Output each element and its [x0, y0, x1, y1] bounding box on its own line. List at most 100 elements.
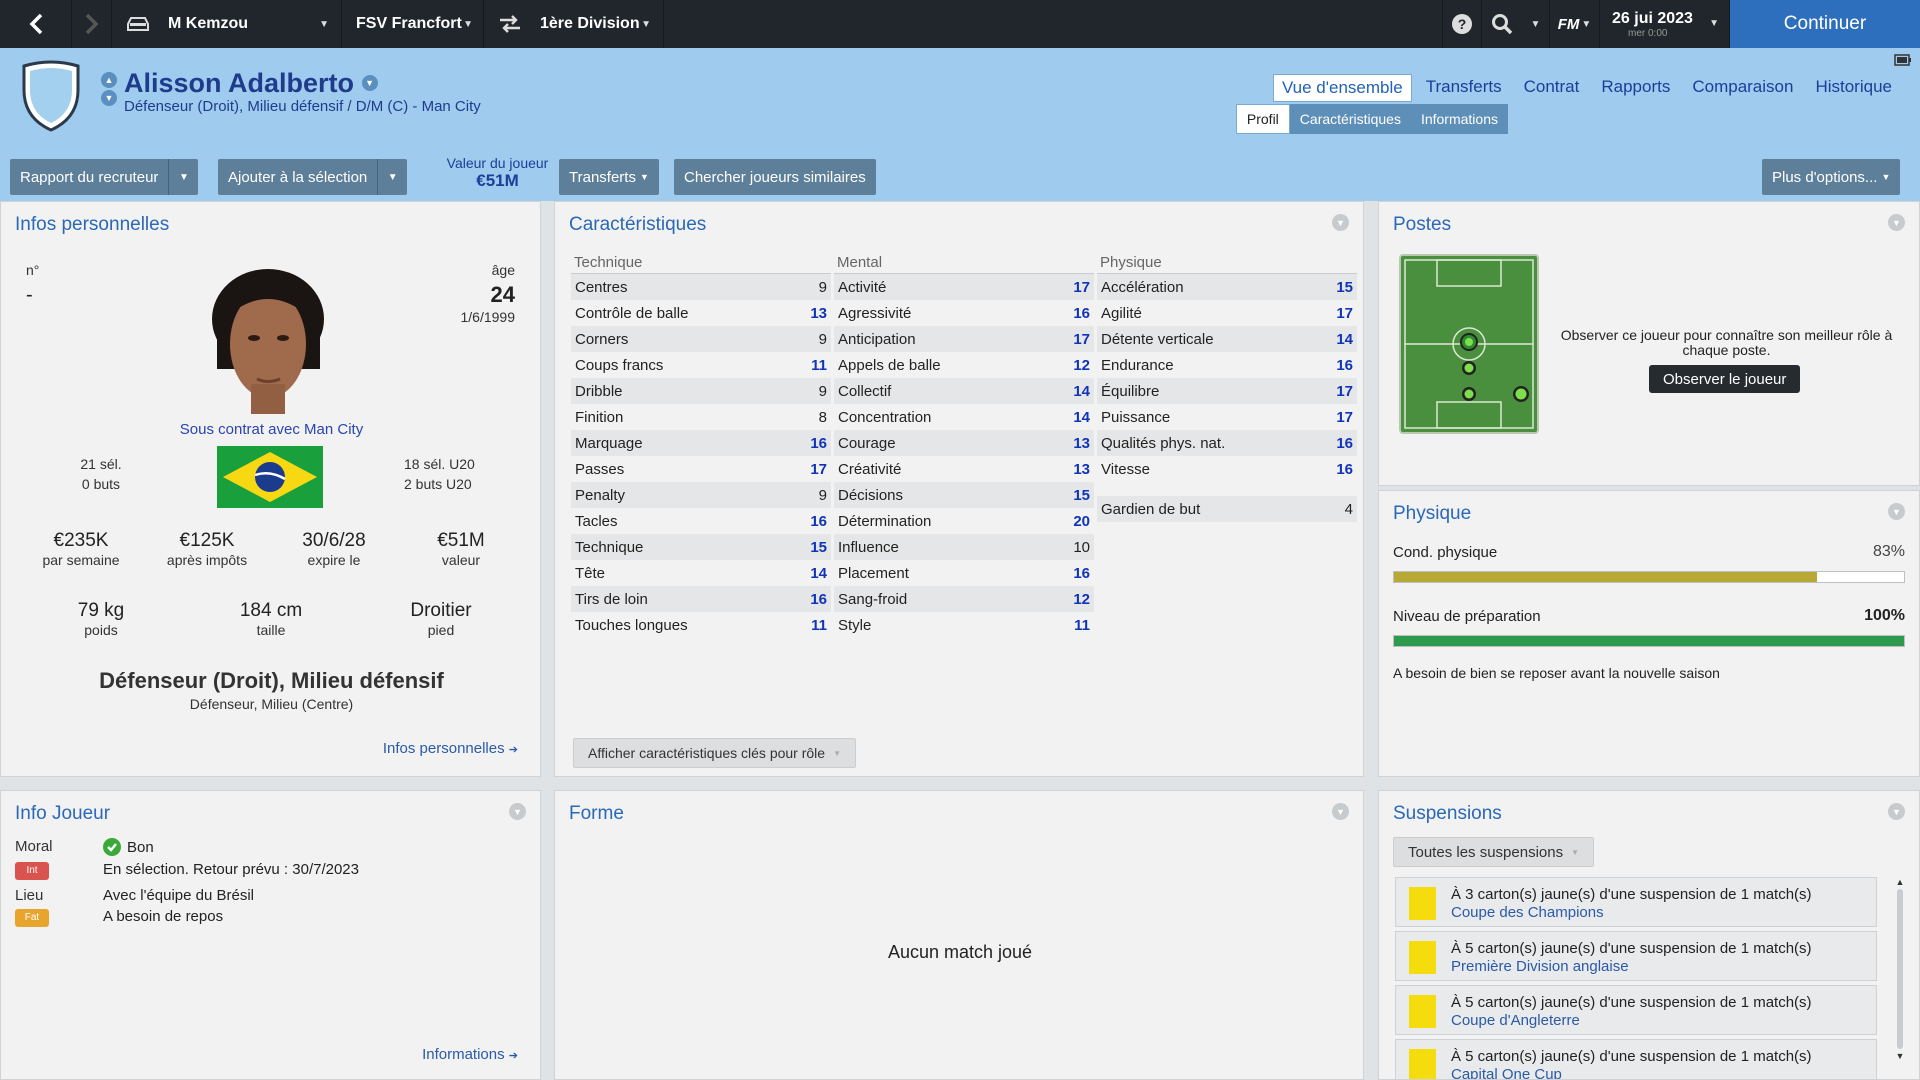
attribute-row[interactable]: Tête 14 [571, 560, 831, 586]
suspension-filter-dropdown[interactable]: Toutes les suspensions ▼ [1393, 837, 1595, 867]
player-menu-icon[interactable]: ▼ [361, 74, 378, 91]
suspension-scrollbar[interactable]: ▲ ▼ [1895, 877, 1905, 1067]
information-link[interactable]: Informations ➔ [422, 1046, 518, 1063]
forward-button[interactable] [72, 0, 112, 48]
attribute-row[interactable]: Décisions 15 [834, 482, 1094, 508]
chevron-down-icon[interactable]: ▼ [168, 159, 198, 195]
panel-menu-icon[interactable]: ▼ [1888, 503, 1905, 520]
suspension-item[interactable]: À 3 carton(s) jaune(s) d'une suspension … [1395, 877, 1877, 927]
suspension-competition[interactable]: Coupe d'Angleterre [1451, 1012, 1580, 1029]
positions-text: Observer ce joueur pour connaître son me… [1560, 327, 1893, 358]
attribute-name: Détermination [838, 512, 932, 530]
attribute-row[interactable]: Appels de balle 12 [834, 352, 1094, 378]
attribute-row[interactable]: Passes 17 [571, 456, 831, 482]
scout-report-button[interactable]: Rapport du recruteur ▼ [10, 159, 199, 195]
tab-history[interactable]: Historique [1807, 74, 1900, 102]
role-attributes-button[interactable]: Afficher caractéristiques clés pour rôle… [573, 738, 856, 768]
tab-overview[interactable]: Vue d'ensemble [1272, 74, 1412, 102]
attribute-row[interactable]: Agilité 17 [1097, 300, 1357, 326]
mental-column: Mental Activité 17 Agressivité 16 Anticipati… [834, 252, 1094, 638]
attribute-name: Passes [575, 460, 625, 478]
attribute-row[interactable]: Tirs de loin 16 [571, 586, 831, 612]
personal-info-title: Infos personnelles [15, 214, 170, 235]
scroll-up-icon[interactable]: ▲ [1895, 877, 1905, 887]
attribute-row[interactable]: Corners 9 [571, 326, 831, 352]
attribute-row[interactable]: Touches longues 11 [571, 612, 831, 638]
attribute-row[interactable]: Dribble 9 [571, 378, 831, 404]
search-button[interactable]: ▼ [1482, 0, 1550, 48]
brazil-flag-icon[interactable] [217, 446, 323, 508]
tab-reports[interactable]: Rapports [1593, 74, 1678, 102]
panel-menu-icon[interactable]: ▼ [1888, 803, 1905, 820]
suspension-competition[interactable]: Coupe des Champions [1451, 904, 1604, 921]
scout-player-button[interactable]: Observer le joueur [1649, 365, 1801, 393]
physical-note: A besoin de bien se reposer avant la nou… [1393, 665, 1720, 681]
suspension-item[interactable]: À 5 carton(s) jaune(s) d'une suspension … [1395, 985, 1877, 1035]
panel-menu-icon[interactable]: ▼ [1332, 803, 1349, 820]
attribute-row[interactable]: Qualités phys. nat. 16 [1097, 430, 1357, 456]
attribute-row[interactable]: Activité 17 [834, 274, 1094, 300]
attribute-row[interactable]: Centres 9 [571, 274, 831, 300]
next-player-button[interactable]: ▼ [101, 90, 117, 106]
attribute-row[interactable]: Détermination 20 [834, 508, 1094, 534]
attribute-row[interactable]: Endurance 16 [1097, 352, 1357, 378]
suspension-competition[interactable]: Capital One Cup [1451, 1066, 1562, 1079]
attribute-row[interactable]: Accélération 15 [1097, 274, 1357, 300]
subtab-profile[interactable]: Profil [1235, 104, 1290, 134]
attribute-row[interactable]: Technique 15 [571, 534, 831, 560]
attribute-row[interactable]: Anticipation 17 [834, 326, 1094, 352]
scroll-down-icon[interactable]: ▼ [1895, 1051, 1905, 1061]
similar-players-button[interactable]: Chercher joueurs similaires [674, 159, 876, 195]
competition-menu[interactable]: 1ère Division ▼ [484, 0, 664, 48]
attribute-value: 17 [1073, 330, 1090, 348]
attribute-row[interactable]: Influence 10 [834, 534, 1094, 560]
tab-comparison[interactable]: Comparaison [1684, 74, 1801, 102]
previous-player-button[interactable]: ▲ [101, 72, 117, 88]
chevron-down-icon[interactable]: ▼ [377, 159, 407, 195]
personal-info-link[interactable]: Infos personnelles ➔ [383, 740, 518, 757]
attribute-row[interactable]: Concentration 14 [834, 404, 1094, 430]
attribute-row[interactable]: Marquage 16 [571, 430, 831, 456]
current-day: mer 0:00 [1628, 27, 1668, 39]
help-button[interactable]: ? [1442, 0, 1482, 48]
attribute-row[interactable]: Vitesse 16 [1097, 456, 1357, 482]
suspension-item[interactable]: À 5 carton(s) jaune(s) d'une suspension … [1395, 931, 1877, 981]
attribute-value: 20 [1073, 512, 1090, 530]
attribute-row[interactable]: Coups francs 11 [571, 352, 831, 378]
value-stat: €51M valeur [401, 530, 521, 568]
subtab-attributes[interactable]: Caractéristiques [1289, 104, 1411, 134]
attribute-row[interactable]: Style 11 [834, 612, 1094, 638]
attribute-row[interactable]: Tacles 16 [571, 508, 831, 534]
continue-button[interactable]: Continuer [1730, 0, 1920, 48]
club-menu[interactable]: FSV Francfort ▼ [342, 0, 484, 48]
suspension-competition[interactable]: Première Division anglaise [1451, 958, 1629, 975]
attribute-row[interactable]: Placement 16 [834, 560, 1094, 586]
panel-menu-icon[interactable]: ▼ [1332, 214, 1349, 231]
manager-menu[interactable]: M Kemzou ▼ [112, 0, 342, 48]
tab-contract[interactable]: Contrat [1516, 74, 1588, 102]
scrollbar-thumb[interactable] [1897, 889, 1903, 1049]
tab-transfers[interactable]: Transferts [1418, 74, 1510, 102]
fm-menu[interactable]: FM ▼ [1550, 0, 1600, 48]
attribute-row[interactable]: Sang-froid 12 [834, 586, 1094, 612]
add-selection-button[interactable]: Ajouter à la sélection ▼ [218, 159, 408, 195]
attribute-row[interactable]: Équilibre 17 [1097, 378, 1357, 404]
subtab-information[interactable]: Informations [1410, 104, 1508, 134]
attribute-row[interactable]: Finition 8 [571, 404, 831, 430]
attribute-row[interactable]: Puissance 17 [1097, 404, 1357, 430]
transfers-button[interactable]: Transferts ▼ [559, 159, 659, 195]
attribute-row[interactable]: Courage 13 [834, 430, 1094, 456]
panel-menu-icon[interactable]: ▼ [509, 803, 526, 820]
attribute-row[interactable]: Contrôle de balle 13 [571, 300, 831, 326]
attribute-row[interactable]: Penalty 9 [571, 482, 831, 508]
attribute-row[interactable]: Détente verticale 14 [1097, 326, 1357, 352]
more-options-button[interactable]: Plus d'options... ▼ [1762, 159, 1901, 195]
attribute-row[interactable]: Collectif 14 [834, 378, 1094, 404]
back-button[interactable] [0, 0, 72, 48]
attribute-value: 14 [810, 564, 827, 582]
date-display[interactable]: 26 jui 2023 mer 0:00 ▼ [1600, 0, 1730, 48]
attribute-row[interactable]: Créativité 13 [834, 456, 1094, 482]
suspension-item[interactable]: À 5 carton(s) jaune(s) d'une suspension … [1395, 1039, 1877, 1079]
panel-menu-icon[interactable]: ▼ [1888, 214, 1905, 231]
attribute-row[interactable]: Agressivité 16 [834, 300, 1094, 326]
